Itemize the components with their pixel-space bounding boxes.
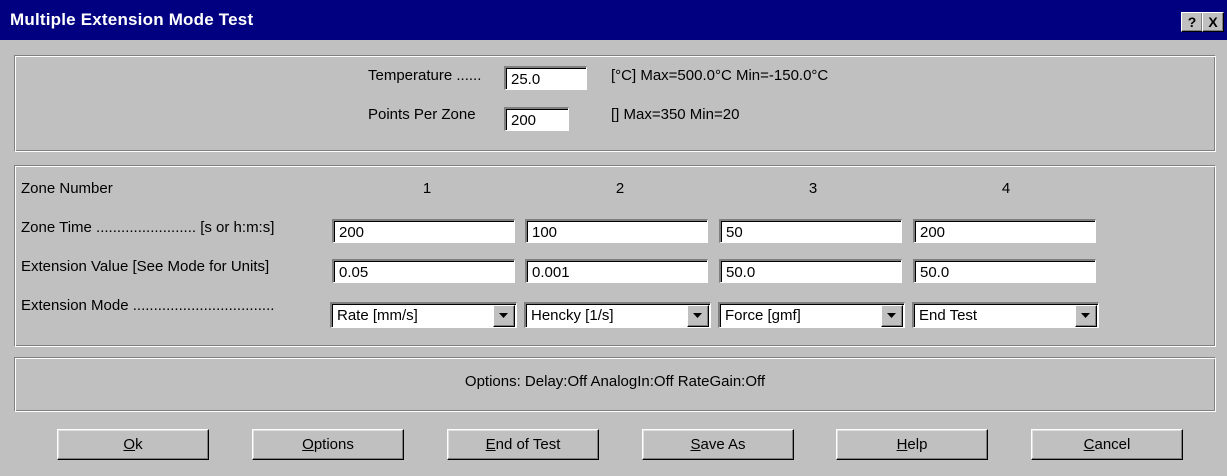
zone-number-label: Zone Number	[21, 180, 113, 197]
temperature-label: Temperature ......	[368, 67, 482, 84]
help-button[interactable]: Help	[836, 429, 988, 460]
chevron-down-icon[interactable]	[687, 305, 709, 327]
options-group: Options: Delay:Off AnalogIn:Off RateGain…	[14, 357, 1216, 412]
temperature-input[interactable]: 25.0	[504, 66, 587, 90]
extension-mode-label: Extension Mode .........................…	[21, 297, 275, 314]
end-label: nd of Test	[495, 436, 561, 453]
extension-mode-select-1[interactable]: Rate [mm/s]	[330, 302, 517, 328]
cancel-accel: C	[1083, 436, 1095, 453]
extension-mode-select-3[interactable]: Force [gmf]	[718, 302, 905, 328]
extension-value-label: Extension Value [See Mode for Units]	[21, 258, 270, 275]
extension-mode-value-2: Hencky [1/s]	[531, 307, 614, 324]
zone-time-label: Zone Time ........................ [s or…	[21, 219, 275, 236]
zone-time-input-3[interactable]: 50	[719, 219, 902, 243]
extension-value-input-4[interactable]: 50.0	[913, 259, 1096, 283]
points-per-zone-hint: [] Max=350 Min=20	[611, 106, 740, 123]
zone-number-4: 4	[1001, 180, 1011, 197]
ok-label: k	[135, 436, 143, 453]
options-summary: Options: Delay:Off AnalogIn:Off RateGain…	[464, 373, 766, 390]
options-accel: O	[302, 436, 314, 453]
title-bar: Multiple Extension Mode Test ? X	[0, 0, 1227, 40]
extension-value-input-1[interactable]: 0.05	[332, 259, 515, 283]
chevron-down-icon[interactable]	[1075, 305, 1097, 327]
zone-time-input-4[interactable]: 200	[913, 219, 1096, 243]
zone-time-input-1[interactable]: 200	[332, 219, 515, 243]
options-button[interactable]: Options	[252, 429, 404, 460]
close-icon[interactable]: X	[1202, 12, 1224, 32]
dialog-window: Multiple Extension Mode Test ? X Tempera…	[0, 0, 1227, 476]
chevron-down-icon[interactable]	[881, 305, 903, 327]
ok-button[interactable]: Ok	[57, 429, 209, 460]
zone-number-1: 1	[422, 180, 432, 197]
points-per-zone-label: Points Per Zone	[368, 106, 476, 123]
help-label: elp	[907, 436, 928, 453]
zone-number-3: 3	[808, 180, 818, 197]
zones-group: Zone Number 1 2 3 4 Zone Time ..........…	[14, 165, 1216, 347]
save-label: ave As	[700, 436, 746, 453]
save-accel: S	[690, 436, 701, 453]
extension-mode-select-4[interactable]: End Test	[912, 302, 1099, 328]
options-label: ptions	[313, 436, 354, 453]
temperature-hint: [°C] Max=500.0°C Min=-150.0°C	[611, 67, 829, 84]
zone-time-input-2[interactable]: 100	[525, 219, 708, 243]
end-of-test-button[interactable]: End of Test	[447, 429, 599, 460]
chevron-down-icon[interactable]	[493, 305, 515, 327]
window-title: Multiple Extension Mode Test	[10, 10, 254, 29]
extension-value-input-3[interactable]: 50.0	[719, 259, 902, 283]
extension-mode-value-4: End Test	[919, 307, 978, 324]
help-accel: H	[896, 436, 908, 453]
end-accel: E	[485, 436, 496, 453]
cancel-button[interactable]: Cancel	[1031, 429, 1183, 460]
zone-number-2: 2	[615, 180, 625, 197]
points-per-zone-input[interactable]: 200	[504, 107, 569, 131]
extension-mode-select-2[interactable]: Hencky [1/s]	[524, 302, 711, 328]
settings-group: Temperature ...... 25.0 [°C] Max=500.0°C…	[14, 55, 1216, 152]
ok-accel: O	[123, 436, 136, 453]
extension-mode-value-3: Force [gmf]	[725, 307, 801, 324]
help-icon[interactable]: ?	[1181, 12, 1203, 32]
extension-mode-value-1: Rate [mm/s]	[337, 307, 418, 324]
save-as-button[interactable]: Save As	[642, 429, 794, 460]
cancel-label: ancel	[1094, 436, 1131, 453]
extension-value-input-2[interactable]: 0.001	[525, 259, 708, 283]
